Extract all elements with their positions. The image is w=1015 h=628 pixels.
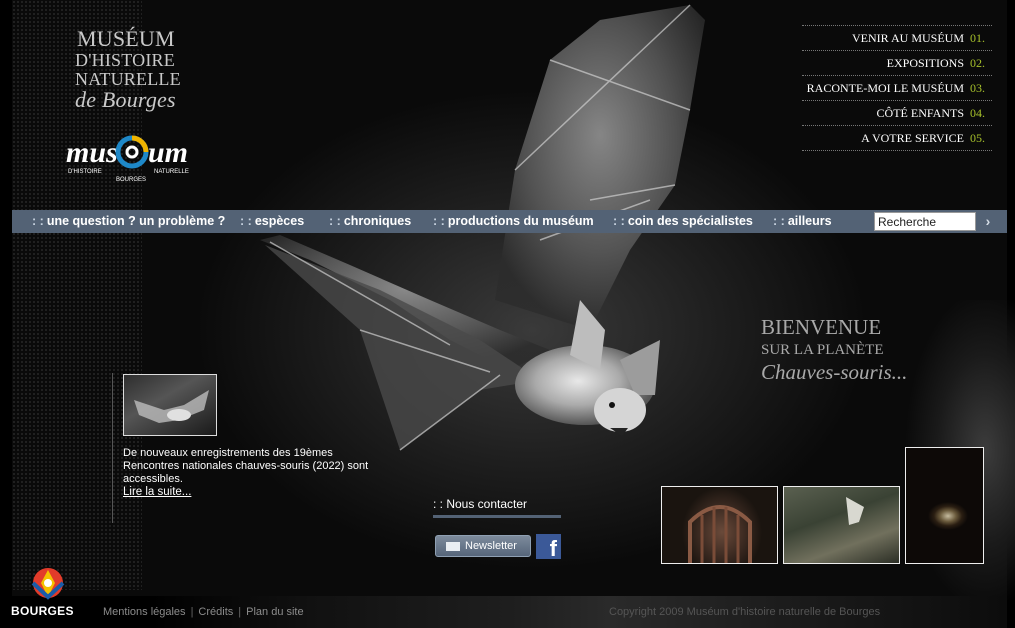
top-menu-item-expositions[interactable]: EXPOSITIONS 02. xyxy=(802,50,992,75)
nav-item-question[interactable]: : : une question ? un problème ? xyxy=(32,214,225,228)
top-menu-item-enfants[interactable]: CÔTÉ ENFANTS 04. xyxy=(802,100,992,125)
read-more-link[interactable]: Lire la suite... xyxy=(123,486,191,499)
museum-emblem-logo[interactable]: mus um D'HISTOIRE NATURELLE BOURGES xyxy=(64,126,196,186)
bat-grass-image xyxy=(846,497,864,525)
logo-line-4: de Bourges xyxy=(75,87,176,112)
contact-title[interactable]: : : Nous contacter xyxy=(433,497,561,518)
nav-label: productions du muséum xyxy=(447,214,594,228)
nav-label: espèces xyxy=(254,214,305,228)
top-menu-label: RACONTE-MOI LE MUSÉUM xyxy=(806,80,964,95)
top-menu-label: CÔTÉ ENFANTS xyxy=(876,105,964,120)
news-text: De nouveaux enregistrements des 19èmes R… xyxy=(123,447,369,485)
bourges-wordmark: BOURGES xyxy=(11,604,74,618)
footer-link-credits[interactable]: Crédits xyxy=(198,606,233,618)
top-menu-num: 05. xyxy=(970,130,985,145)
nav-item-productions[interactable]: : : productions du muséum xyxy=(433,214,594,228)
search-input[interactable] xyxy=(874,212,976,231)
page: MUSÉUM D'HISTOIRE NATURELLE de Bourges m… xyxy=(0,0,1015,628)
facebook-icon[interactable]: f xyxy=(536,534,561,559)
top-menu-label: EXPOSITIONS xyxy=(886,55,964,70)
news-divider xyxy=(112,373,113,523)
newsletter-label: Newsletter xyxy=(465,540,517,552)
logo-line-1: MUSÉUM xyxy=(77,26,175,51)
logo-line-2: D'HISTOIRE xyxy=(75,50,175,70)
footer-links: Mentions légales | Crédits | Plan du site xyxy=(103,606,304,618)
gallery-thumb-cave[interactable] xyxy=(905,447,984,564)
nav-separator: : : xyxy=(32,214,44,228)
welcome-line-2: SUR LA PLANÈTE xyxy=(761,342,884,358)
top-menu-num: 04. xyxy=(970,105,985,120)
emblem-sub-left: D'HISTOIRE xyxy=(68,169,102,175)
top-menu-item-venir[interactable]: VENIR AU MUSÉUM 01. xyxy=(802,25,992,50)
copyright-text: Copyright 2009 Muséum d'histoire naturel… xyxy=(609,606,881,618)
gallery-thumb-gate[interactable] xyxy=(661,486,778,564)
nav-separator: : : xyxy=(773,214,785,228)
top-menu-item-service[interactable]: A VOTRE SERVICE 05. xyxy=(802,125,992,150)
gate-image xyxy=(688,505,752,563)
top-menu-item-raconte[interactable]: RACONTE-MOI LE MUSÉUM 03. xyxy=(802,75,992,100)
top-menu-divider xyxy=(802,150,992,151)
top-menu-num: 03. xyxy=(970,80,985,95)
top-menu-num: 02. xyxy=(970,55,985,70)
nav-separator: : : xyxy=(613,214,625,228)
welcome-line-1: BIENVENUE xyxy=(761,315,882,339)
main-nav-bar: : : une question ? un problème ? : : espèc… xyxy=(12,210,1007,233)
nav-item-ailleurs[interactable]: : : ailleurs xyxy=(773,214,832,228)
footer-separator: | xyxy=(238,606,242,618)
nav-label: ailleurs xyxy=(787,214,832,228)
nav-label: coin des spécialistes xyxy=(627,214,753,228)
emblem-sub-right: NATURELLE xyxy=(154,169,189,175)
svg-text:mus: mus xyxy=(66,136,118,169)
bat-illustration xyxy=(260,4,705,451)
nav-item-specialistes[interactable]: : : coin des spécialistes xyxy=(613,214,753,228)
nav-label: chroniques xyxy=(343,214,412,228)
nav-separator: : : xyxy=(433,214,445,228)
nav-separator: : : xyxy=(329,214,341,228)
newsletter-button[interactable]: Newsletter xyxy=(435,535,531,557)
nav-label: une question ? un problème ? xyxy=(46,214,226,228)
envelope-icon xyxy=(446,541,460,551)
museum-title-logo[interactable]: MUSÉUM D'HISTOIRE NATURELLE de Bourges xyxy=(75,28,181,111)
footer-link-mentions[interactable]: Mentions légales xyxy=(103,606,186,618)
nav-separator: : : xyxy=(240,214,252,228)
news-thumbnail[interactable] xyxy=(123,374,217,436)
welcome-heading: BIENVENUE SUR LA PLANÈTE Chauves-souris.… xyxy=(761,316,907,384)
top-menu-label: A VOTRE SERVICE xyxy=(861,130,964,145)
svg-text:um: um xyxy=(148,136,188,169)
welcome-line-3: Chauves-souris... xyxy=(761,360,908,384)
top-menu-label: VENIR AU MUSÉUM xyxy=(851,30,964,45)
top-menu: VENIR AU MUSÉUM 01. EXPOSITIONS 02. RACO… xyxy=(802,25,992,151)
footer-separator: | xyxy=(190,606,194,618)
news-bat-image xyxy=(134,390,209,423)
footer-link-plan[interactable]: Plan du site xyxy=(246,606,303,618)
gallery-thumb-bat-grass[interactable] xyxy=(783,486,900,564)
search-submit-icon[interactable]: › xyxy=(978,212,998,231)
news-block: De nouveaux enregistrements des 19èmes R… xyxy=(123,447,373,499)
emblem-sub-bottom: BOURGES xyxy=(116,177,146,183)
top-menu-num: 01. xyxy=(970,30,985,45)
nav-item-chroniques[interactable]: : : chroniques xyxy=(329,214,411,228)
nav-item-especes[interactable]: : : espèces xyxy=(240,214,304,228)
